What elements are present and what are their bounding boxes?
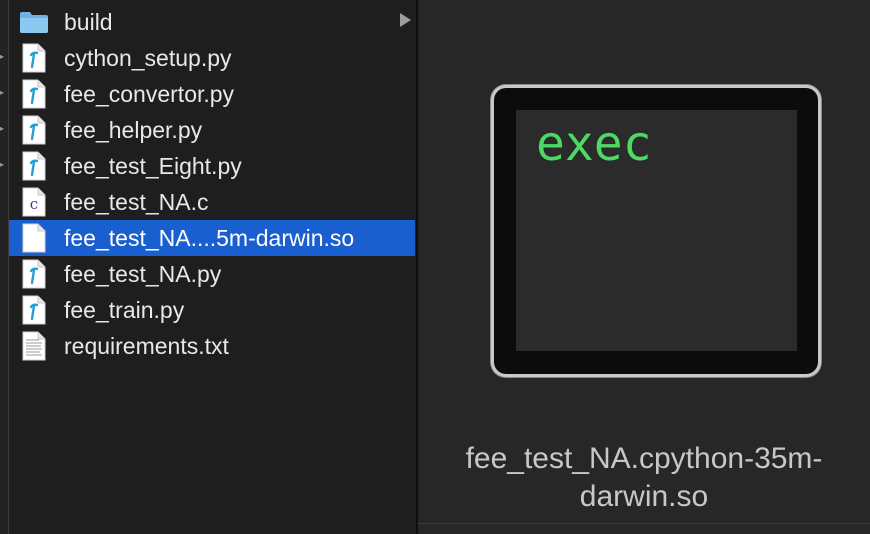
file-list: build cython_setup.py fee_convertor.py fee_… [9,4,415,364]
file-item[interactable]: fee_test_NA....5m-darwin.so [9,220,415,256]
preview-filename: fee_test_NA.cpython-35m-darwin.so [465,442,823,513]
file-item[interactable]: fee_convertor.py [9,76,415,112]
file-name: fee_convertor.py [64,80,235,107]
exec-icon-label: exec [536,116,652,172]
file-name: fee_helper.py [64,116,203,143]
preview-separator [418,523,870,524]
gutter-marker: ▸ [0,124,5,133]
gutter-marker: ▸ [0,52,5,61]
column-gutter: ▸ ▸ ▸ ▸ [0,0,9,534]
file-item[interactable]: fee_train.py [9,292,415,328]
file-name: fee_test_NA....5m-darwin.so [64,224,355,251]
file-name: build [64,8,113,35]
file-item[interactable]: fee_test_Eight.py [9,148,415,184]
file-name: fee_test_NA.c [64,188,209,215]
python-file-icon [22,115,46,145]
blank-file-icon [22,223,46,253]
file-name: fee_test_NA.py [64,260,222,287]
file-item[interactable]: cython_setup.py [9,40,415,76]
file-item[interactable]: fee_helper.py [9,112,415,148]
text-file-icon [22,331,46,361]
file-item[interactable]: requirements.txt [9,328,415,364]
python-file-icon [22,151,46,181]
gutter-marker: ▸ [0,160,5,169]
file-item[interactable]: c fee_test_NA.c [9,184,415,220]
file-name: cython_setup.py [64,44,232,71]
gutter-marker: ▸ [0,88,5,97]
file-name: fee_test_Eight.py [64,152,242,179]
python-file-icon [22,295,46,325]
file-name: requirements.txt [64,332,229,359]
preview-pane: exec fee_test_NA.cpython-35m-darwin.so [418,0,870,534]
folder-item[interactable]: build [9,4,415,40]
python-file-icon [22,43,46,73]
file-item[interactable]: fee_test_NA.py [9,256,415,292]
chevron-right-icon [400,13,411,27]
folder-icon [20,7,48,37]
c-file-icon: c [22,187,46,217]
python-file-icon [22,259,46,289]
unix-executable-icon: exec [494,88,818,374]
exec-icon-screen: exec [516,110,797,351]
svg-text:c: c [30,195,38,213]
python-file-icon [22,79,46,109]
file-name: fee_train.py [64,296,185,323]
